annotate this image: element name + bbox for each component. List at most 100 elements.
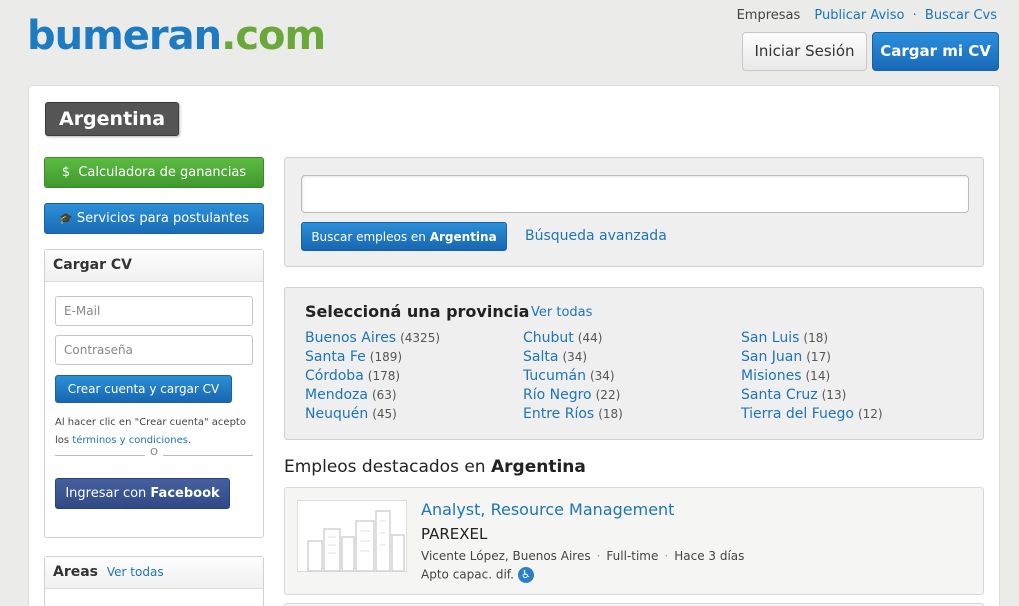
province-link[interactable]: Tucumán bbox=[523, 368, 586, 384]
province-link[interactable]: Río Negro bbox=[523, 387, 592, 403]
calculator-label: Calculadora de ganancias bbox=[78, 165, 247, 180]
cv-panel: Cargar CV E-Mail Contraseña Crear cuenta… bbox=[44, 249, 264, 538]
province-item: Córdoba (178) bbox=[305, 367, 440, 386]
province-count: (18) bbox=[803, 331, 829, 345]
job-meta: Vicente López, Buenos Aires · Full-time · Ha… bbox=[421, 549, 744, 563]
email-field[interactable]: E-Mail bbox=[55, 296, 253, 326]
meta-separator: · bbox=[596, 549, 601, 563]
province-column: San Luis (18) San Juan (17) Misiones (14) S… bbox=[741, 329, 883, 424]
facebook-prefix: Ingresar con bbox=[65, 486, 151, 501]
province-count: (18) bbox=[598, 407, 623, 421]
cv-panel-title: Cargar CV bbox=[45, 250, 263, 282]
search-button-country: Argentina bbox=[429, 230, 497, 244]
province-link[interactable]: Entre Ríos bbox=[523, 406, 594, 422]
terms-note: Al hacer clic en "Crear cuenta" acepto l… bbox=[55, 414, 255, 450]
province-item: Entre Ríos (18) bbox=[523, 405, 623, 424]
search-box: Buscar empleos en Argentina Búsqueda ava… bbox=[284, 157, 984, 267]
password-field[interactable]: Contraseña bbox=[55, 335, 253, 365]
dollar-icon: $ bbox=[61, 165, 71, 180]
calculator-button[interactable]: $ Calculadora de ganancias bbox=[44, 157, 264, 188]
search-input[interactable] bbox=[301, 175, 969, 213]
services-label: Servicios para postulantes bbox=[76, 211, 250, 226]
province-column: Buenos Aires (4325) Santa Fe (189) Córdoba… bbox=[305, 329, 440, 424]
province-see-all-link[interactable]: Ver todas bbox=[531, 305, 592, 320]
areas-panel-head: Areas Ver todas bbox=[45, 557, 263, 589]
areas-see-all-link[interactable]: Ver todas bbox=[107, 565, 164, 579]
areas-title: Areas bbox=[53, 564, 99, 580]
province-link[interactable]: Santa Cruz bbox=[741, 387, 818, 403]
terms-note-suffix: . bbox=[187, 435, 192, 446]
company-logo-placeholder bbox=[297, 500, 407, 572]
province-item: Mendoza (63) bbox=[305, 386, 440, 405]
province-box: Seleccioná una provincia Ver todas Bueno… bbox=[284, 287, 984, 440]
areas-panel: Areas Ver todas bbox=[44, 556, 264, 606]
publicar-aviso-link[interactable]: Publicar Aviso bbox=[814, 8, 904, 23]
search-button[interactable]: Buscar empleos en Argentina bbox=[301, 222, 507, 251]
link-separator: · bbox=[912, 8, 917, 23]
province-count: (13) bbox=[821, 388, 847, 402]
province-item: San Juan (17) bbox=[741, 348, 883, 367]
buildings-icon bbox=[307, 510, 405, 572]
province-item: Buenos Aires (4325) bbox=[305, 329, 440, 348]
province-column: Chubut (44) Salta (34) Tucumán (34) Río Neg… bbox=[523, 329, 623, 424]
province-item: Santa Fe (189) bbox=[305, 348, 440, 367]
search-button-prefix: Buscar empleos en bbox=[311, 230, 430, 244]
province-link[interactable]: Mendoza bbox=[305, 387, 368, 403]
top-links: Empresas Publicar Aviso · Buscar Cvs bbox=[731, 8, 997, 23]
logo-dot: . bbox=[221, 13, 236, 59]
province-count: (34) bbox=[589, 369, 615, 383]
province-link[interactable]: Salta bbox=[523, 349, 558, 365]
job-posted: Hace 3 días bbox=[674, 549, 745, 563]
upload-cv-button[interactable]: Cargar mi CV bbox=[872, 32, 999, 71]
province-item: Río Negro (22) bbox=[523, 386, 623, 405]
featured-title-prefix: Empleos destacados en bbox=[284, 457, 491, 477]
facebook-brand: Facebook bbox=[150, 486, 220, 501]
terms-link[interactable]: términos y condiciones bbox=[72, 435, 188, 446]
province-title: Seleccioná una provincia bbox=[305, 302, 530, 321]
meta-separator: · bbox=[664, 549, 669, 563]
province-item: Santa Cruz (13) bbox=[741, 386, 883, 405]
job-location: Vicente López, Buenos Aires bbox=[421, 549, 591, 563]
country-title: Argentina bbox=[45, 102, 179, 136]
province-count: (178) bbox=[367, 369, 401, 383]
province-link[interactable]: San Juan bbox=[741, 349, 802, 365]
logo-tld: com bbox=[235, 13, 326, 59]
province-link[interactable]: San Luis bbox=[741, 330, 799, 346]
or-divider: O bbox=[55, 447, 253, 461]
services-button[interactable]: 🎓 Servicios para postulantes bbox=[44, 203, 264, 234]
province-count: (34) bbox=[562, 350, 588, 364]
empresas-label: Empresas bbox=[736, 8, 801, 23]
advanced-search-link[interactable]: Búsqueda avanzada bbox=[525, 228, 667, 244]
featured-title-country: Argentina bbox=[490, 457, 586, 477]
login-button[interactable]: Iniciar Sesión bbox=[742, 32, 867, 71]
bumeran-logo[interactable]: bumeran.com bbox=[27, 12, 326, 60]
logo-main: bumeran bbox=[27, 13, 222, 59]
province-link[interactable]: Chubut bbox=[523, 330, 574, 346]
facebook-login-button[interactable]: Ingresar con Facebook bbox=[55, 478, 230, 509]
province-item: Tierra del Fuego (12) bbox=[741, 405, 883, 424]
province-link[interactable]: Santa Fe bbox=[305, 349, 366, 365]
province-item: San Luis (18) bbox=[741, 329, 883, 348]
featured-jobs-title: Empleos destacados en Argentina bbox=[284, 457, 586, 477]
job-card[interactable]: Analyst, Resource Management PAREXEL Vic… bbox=[284, 487, 984, 595]
create-account-button[interactable]: Crear cuenta y cargar CV bbox=[55, 375, 232, 403]
graduation-cap-icon: 🎓 bbox=[58, 212, 73, 225]
province-count: (14) bbox=[805, 369, 831, 383]
buscar-cvs-link[interactable]: Buscar Cvs bbox=[925, 8, 997, 23]
job-title-link[interactable]: Analyst, Resource Management bbox=[421, 500, 674, 519]
job-type: Full-time bbox=[606, 549, 659, 563]
province-item: Chubut (44) bbox=[523, 329, 623, 348]
province-link[interactable]: Tierra del Fuego bbox=[741, 406, 854, 422]
job-apto-label: Apto capac. dif. bbox=[421, 567, 514, 582]
province-item: Neuquén (45) bbox=[305, 405, 440, 424]
province-count: (12) bbox=[857, 407, 883, 421]
province-count: (22) bbox=[595, 388, 621, 402]
province-link[interactable]: Neuquén bbox=[305, 406, 368, 422]
accessibility-icon: ♿ bbox=[517, 567, 534, 583]
province-item: Misiones (14) bbox=[741, 367, 883, 386]
job-accessibility: Apto capac. dif. ♿ bbox=[421, 567, 534, 583]
province-link[interactable]: Buenos Aires bbox=[305, 330, 396, 346]
province-count: (44) bbox=[577, 331, 603, 345]
province-link[interactable]: Córdoba bbox=[305, 368, 364, 384]
province-link[interactable]: Misiones bbox=[741, 368, 802, 384]
